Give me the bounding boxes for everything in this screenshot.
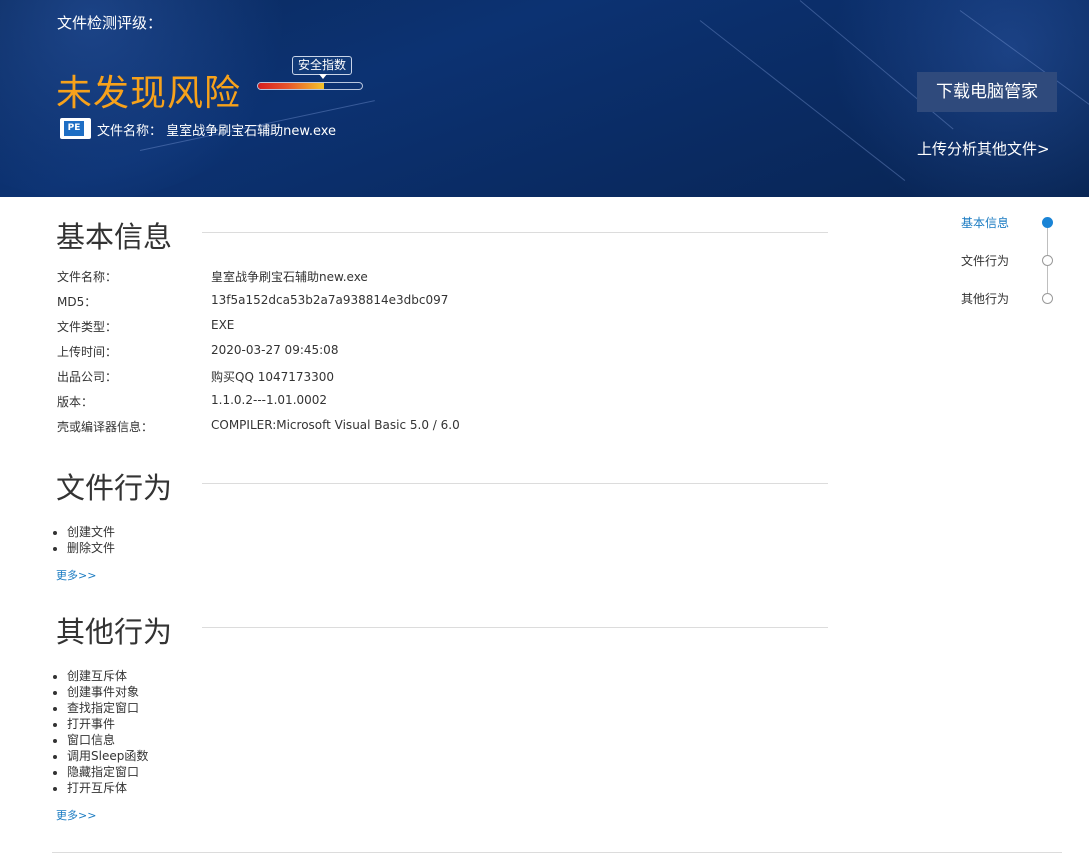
list-item: 创建文件 bbox=[67, 524, 115, 540]
other-behavior-more-link[interactable]: 更多>> bbox=[56, 807, 96, 823]
section-divider bbox=[202, 232, 828, 233]
list-item: 打开事件 bbox=[67, 716, 148, 732]
info-value-md5: 13f5a152dca53b2a7a938814e3dbc097 bbox=[211, 293, 449, 307]
info-value-version: 1.1.0.2---1.01.0002 bbox=[211, 393, 328, 407]
file-name-line: 文件名称： 皇室战争刷宝石辅助new.exe bbox=[97, 120, 336, 139]
side-nav-dot-basic-info[interactable] bbox=[1042, 217, 1053, 228]
pe-file-icon: PE bbox=[60, 118, 91, 139]
info-value-file-type: EXE bbox=[211, 318, 235, 332]
info-value-upload-time: 2020-03-27 09:45:08 bbox=[211, 343, 339, 357]
pe-file-icon-text: PE bbox=[64, 121, 84, 136]
side-nav-item-file-behavior[interactable]: 文件行为 bbox=[961, 252, 1009, 269]
file-behavior-list: 创建文件 删除文件 bbox=[67, 524, 115, 556]
info-label-compiler: 壳或编译器信息： bbox=[57, 420, 154, 434]
section-divider bbox=[202, 627, 828, 628]
info-value-company: 购买QQ 1047173300 bbox=[211, 370, 335, 384]
section-divider bbox=[202, 483, 828, 484]
file-name-label: 文件名称： bbox=[97, 124, 163, 139]
safety-index-bar bbox=[257, 82, 363, 90]
list-item: 打开互斥体 bbox=[67, 780, 148, 796]
list-item: 查找指定窗口 bbox=[67, 700, 148, 716]
side-nav-item-basic-info[interactable]: 基本信息 bbox=[961, 214, 1009, 231]
side-nav-item-other-behavior[interactable]: 其他行为 bbox=[961, 290, 1009, 307]
safety-index-label: 安全指数 bbox=[292, 56, 353, 79]
info-value-file-name: 皇室战争刷宝石辅助new.exe bbox=[211, 270, 368, 284]
list-item: 删除文件 bbox=[67, 540, 115, 556]
safety-index-fill bbox=[258, 83, 324, 89]
file-behavior-more-link[interactable]: 更多>> bbox=[56, 567, 96, 583]
result-header: 文件检测评级： 未发现风险 安全指数 PE 文件名称： 皇室战争刷宝石辅助new… bbox=[0, 0, 1089, 197]
list-item: 隐藏指定窗口 bbox=[67, 764, 148, 780]
page-bottom-divider bbox=[52, 852, 1062, 853]
detect-title: 文件检测评级： bbox=[57, 14, 163, 32]
list-item: 调用Sleep函数 bbox=[67, 748, 148, 764]
info-label-file-type: 文件类型： bbox=[57, 320, 118, 334]
section-title-file-behavior: 文件行为 bbox=[56, 471, 173, 505]
info-label-upload-time: 上传时间： bbox=[57, 345, 118, 359]
info-label-company: 出品公司： bbox=[57, 370, 118, 384]
side-nav-dot-other-behavior[interactable] bbox=[1042, 293, 1053, 304]
other-behavior-list: 创建互斥体 创建事件对象 查找指定窗口 打开事件 窗口信息 调用Sleep函数 … bbox=[67, 668, 148, 796]
download-pc-manager-button[interactable]: 下载电脑管家 bbox=[917, 72, 1057, 112]
list-item: 创建事件对象 bbox=[67, 684, 148, 700]
section-title-other-behavior: 其他行为 bbox=[56, 615, 173, 649]
info-label-file-name: 文件名称： bbox=[57, 270, 118, 284]
risk-level: 未发现风险 bbox=[56, 73, 242, 114]
upload-other-file-link[interactable]: 上传分析其他文件> bbox=[917, 138, 1050, 159]
info-value-compiler: COMPILER:Microsoft Visual Basic 5.0 / 6.… bbox=[211, 418, 460, 432]
side-nav-dot-file-behavior[interactable] bbox=[1042, 255, 1053, 266]
file-name-value: 皇室战争刷宝石辅助new.exe bbox=[166, 124, 337, 139]
info-label-md5: MD5： bbox=[57, 295, 97, 309]
list-item: 窗口信息 bbox=[67, 732, 148, 748]
list-item: 创建互斥体 bbox=[67, 668, 148, 684]
section-title-basic-info: 基本信息 bbox=[56, 220, 173, 254]
info-label-version: 版本： bbox=[57, 395, 94, 409]
